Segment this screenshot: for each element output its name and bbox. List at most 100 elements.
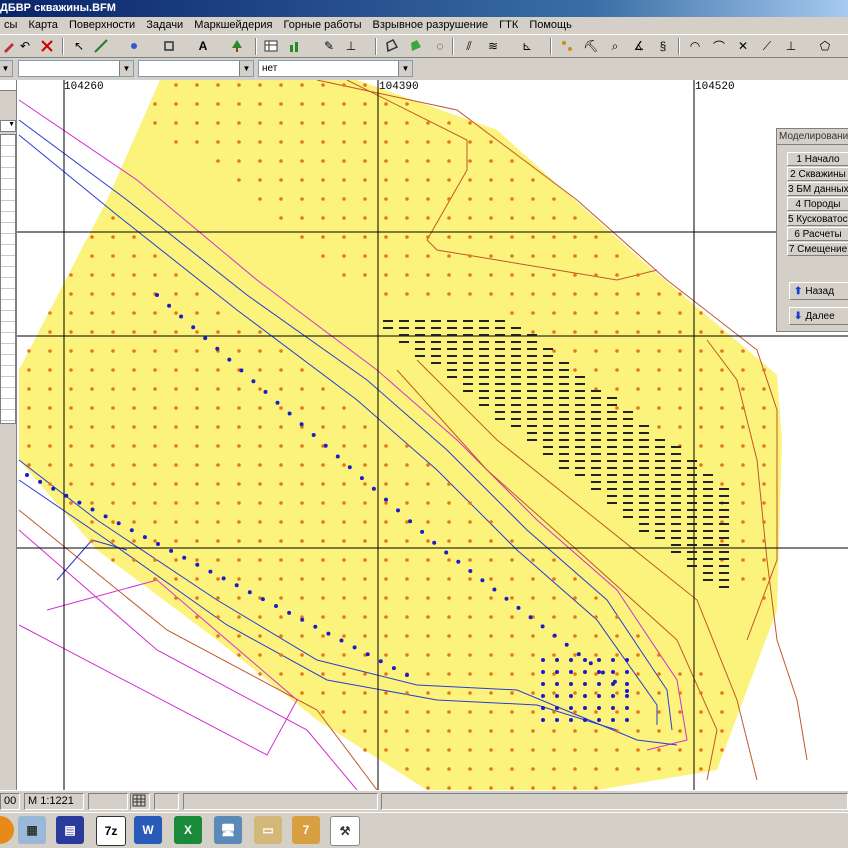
drill-rig-icon[interactable]: ⛏ (582, 38, 600, 54)
hole-label-mark (591, 418, 601, 420)
step-calculations-button[interactable]: 6 Расчеты (787, 227, 848, 241)
hole-label-mark (719, 502, 729, 504)
hole-label-mark (495, 404, 505, 406)
file-manager-icon[interactable]: ▤ (56, 816, 84, 844)
menu-item-surfaces[interactable]: Поверхности (65, 17, 139, 34)
hole-label-mark (495, 327, 505, 329)
step-rocks-button[interactable]: 4 Породы (787, 197, 848, 211)
menu-item-help[interactable]: Помощь (525, 17, 576, 34)
hole-label-mark (527, 362, 537, 364)
polygon-icon[interactable] (383, 38, 401, 54)
orange-drill-hole (447, 615, 451, 619)
orange-drill-hole (48, 406, 52, 410)
profile-icon[interactable]: ⊾ (518, 38, 536, 54)
orange-drill-hole (174, 368, 178, 372)
drill-pattern-icon[interactable] (558, 38, 576, 54)
tree-icon[interactable] (228, 38, 246, 54)
fill-tool-icon[interactable] (160, 38, 178, 54)
hole-label-mark (655, 530, 665, 532)
menu-item-map[interactable]: Карта (24, 17, 61, 34)
map-canvas[interactable]: 104260 104390 104520 (17, 80, 848, 790)
orange-drill-hole (237, 102, 241, 106)
mining-app-icon[interactable]: ⚒ (330, 816, 360, 846)
undo-icon[interactable]: ↶ (16, 38, 34, 54)
layer-list[interactable] (0, 134, 16, 424)
7zip-icon[interactable]: 7z (96, 816, 126, 846)
points-tool-icon[interactable] (125, 38, 143, 54)
grid-toggle-icon[interactable] (130, 793, 150, 810)
menu-item-blasting[interactable]: Взрывное разрушение (369, 17, 493, 34)
value-combo[interactable]: нет ▼ (258, 60, 413, 77)
hole-label-mark (479, 369, 489, 371)
step-holes-button[interactable]: 2 Скважины (787, 167, 848, 181)
hole-label-mark (703, 558, 713, 560)
layer-combo[interactable]: ▼ (18, 60, 134, 77)
step-displacement-button[interactable]: 7 Смещение (787, 242, 848, 256)
blue-drill-hole (169, 548, 174, 553)
step-bm-data-button[interactable]: 3 БМ данных (787, 182, 848, 196)
line-tool-icon[interactable] (92, 38, 110, 54)
calculator-icon[interactable]: ▦ (18, 816, 46, 844)
layers-icon[interactable]: ≋ (484, 38, 502, 54)
perpendicular-icon[interactable]: ⊥ (782, 38, 800, 54)
orange-drill-hole (321, 406, 325, 410)
zoom-icon[interactable]: ⌕ (606, 38, 624, 54)
hole-label-mark (575, 439, 585, 441)
map-drawing[interactable] (17, 80, 848, 790)
orange-drill-hole (468, 767, 472, 771)
left-combo[interactable]: ▼ (0, 60, 13, 77)
blue-drill-hole (391, 666, 396, 671)
snap-icon[interactable] (38, 38, 56, 54)
cross-line-icon[interactable]: ✕ (734, 38, 752, 54)
orange-drill-hole (300, 577, 304, 581)
orange-drill-hole (111, 235, 115, 239)
firefox-icon[interactable] (0, 816, 14, 844)
menu-item-mining[interactable]: Горные работы (280, 17, 366, 34)
remote-desktop-icon[interactable]: 🖥 (214, 816, 242, 844)
back-button[interactable]: ⬆ Назад (789, 282, 848, 300)
app-7-icon[interactable]: 7 (292, 816, 320, 844)
table-icon[interactable] (262, 38, 280, 54)
folder-icon[interactable]: ▭ (254, 816, 282, 844)
section-icon[interactable]: ⫽ (460, 38, 478, 54)
orange-drill-hole (48, 444, 52, 448)
orange-drill-hole (720, 748, 724, 752)
next-button[interactable]: ⬇ Далее (789, 307, 848, 325)
text-tool-icon[interactable]: A (194, 38, 212, 54)
diagonal-icon[interactable]: ⟋ (758, 38, 776, 54)
orange-drill-hole (699, 330, 703, 334)
object-combo[interactable]: ▼ (138, 60, 254, 77)
word-icon[interactable]: W (134, 816, 162, 844)
spiral-icon[interactable]: § (654, 38, 672, 54)
menu-item-services[interactable]: сы (0, 17, 21, 34)
orange-drill-hole (531, 254, 535, 258)
menu-item-gtk[interactable]: ГТК (495, 17, 522, 34)
angle-icon[interactable]: ∡ (630, 38, 648, 54)
hole-label-mark (639, 439, 649, 441)
orange-drill-hole (447, 634, 451, 638)
hole-label-mark (703, 481, 713, 483)
orange-drill-hole (342, 672, 346, 676)
shape-fill-icon[interactable] (407, 38, 425, 54)
brush-icon[interactable]: ✎ (320, 38, 338, 54)
step-fragmentation-button[interactable]: 5 Кусковатость (787, 212, 848, 226)
measure-icon[interactable]: ⊥ (342, 38, 360, 54)
orange-drill-hole (405, 444, 409, 448)
chevron-down-icon[interactable]: ▼ (0, 120, 16, 132)
excel-icon[interactable]: X (174, 816, 202, 844)
orange-drill-hole (237, 615, 241, 619)
hole-label-mark (495, 383, 505, 385)
hole-label-mark (655, 502, 665, 504)
menu-item-surveying[interactable]: Маркшейдерия (190, 17, 276, 34)
blue-drill-hole (335, 454, 340, 459)
hole-label-mark (687, 474, 697, 476)
lasso-icon[interactable]: ◌ (431, 38, 449, 54)
protractor-icon[interactable]: ◠ (686, 38, 704, 54)
orange-drill-hole (342, 501, 346, 505)
chart-icon[interactable] (286, 38, 304, 54)
menu-item-tasks[interactable]: Задачи (142, 17, 187, 34)
polygon-outline-icon[interactable]: ⬠ (816, 38, 834, 54)
curve-icon[interactable]: ⌒ (710, 38, 728, 54)
select-arrow-icon[interactable]: ↖ (70, 38, 88, 54)
step-start-button[interactable]: 1 Начало (787, 152, 848, 166)
